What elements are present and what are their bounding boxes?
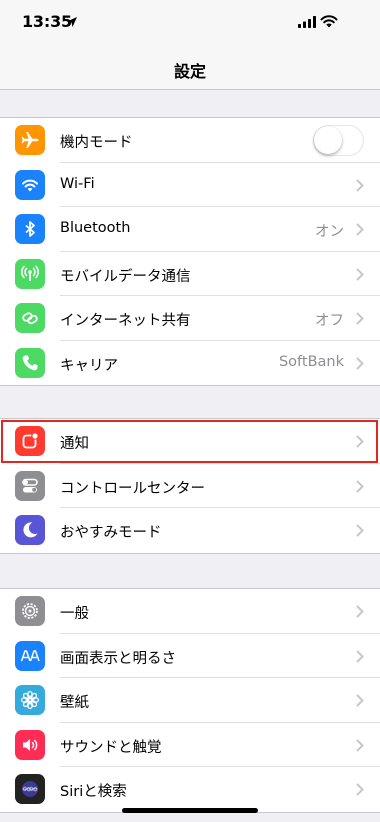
settings-row-label: サウンドと触覚 [60,739,162,756]
settings-row-label: モバイルデータ通信 [60,268,191,285]
airplane-mode-toggle[interactable] [313,125,364,156]
cellular-icon [15,258,45,289]
settings-row-airplane-mode: 機内モード [0,118,380,163]
chevron-right-icon [356,479,364,493]
navigation-bar: 設定 [0,44,380,90]
wifi-icon [15,169,45,200]
settings-row-label: Bluetooth [60,220,131,236]
chevron-right-icon [356,312,364,325]
settings-row-label: コントロールセンター [60,480,205,497]
settings-row-general[interactable]: 一般 [0,589,380,634]
location-arrow-icon [67,17,77,27]
settings-row-control-center[interactable]: コントロールセンター [0,464,380,508]
settings-row-label: キャリア [60,357,118,374]
settings-row-carrier[interactable]: キャリア SoftBank [0,341,380,386]
settings-row-label: おやすみモード [60,525,162,541]
status-bar: 13:35 [0,0,380,44]
chevron-right-icon [356,435,364,448]
settings-row-label: Siriと検索 [60,784,127,800]
chevron-right-icon [356,694,364,707]
speaker-icon [15,729,45,760]
gear-icon [15,596,45,626]
siri-icon [15,774,45,804]
settings-row-notifications[interactable]: 通知 [0,419,380,464]
control-center-icon [15,470,45,501]
chevron-right-icon [356,738,364,752]
chevron-right-icon [356,783,364,796]
settings-row-label: インターネット共有 [60,313,191,329]
notifications-icon [15,426,45,456]
settings-row-label: 画面表示と明るさ [60,650,176,667]
toggle-knob [314,126,342,154]
chevron-right-icon [356,178,364,192]
moon-icon [15,515,45,545]
settings-group-notifications: 通知 コントロールセンター おやすみモード [0,418,380,554]
settings-row-siri-search[interactable]: Siriと検索 [0,767,380,812]
settings-row-value: オン [315,224,344,240]
chevron-right-icon [356,223,364,236]
settings-row-value: SoftBank [278,353,344,370]
hotspot-icon [15,303,45,333]
settings-row-value: オフ [315,313,344,329]
settings-row-personal-hotspot[interactable]: インターネット共有 オフ [0,296,380,341]
settings-row-label: Wi-Fi [60,175,95,192]
display-brightness-icon [15,640,45,671]
settings-row-sounds-haptics[interactable]: サウンドと触覚 [0,723,380,767]
settings-row-bluetooth[interactable]: Bluetooth オン [0,207,380,252]
chevron-right-icon [356,267,364,281]
home-indicator[interactable] [122,808,258,813]
settings-row-do-not-disturb[interactable]: おやすみモード [0,508,380,553]
chevron-right-icon [356,649,364,663]
status-time: 13:35 [22,12,72,31]
chevron-right-icon [356,356,364,370]
settings-row-wifi[interactable]: Wi-Fi [0,163,380,207]
bluetooth-icon [15,214,45,244]
settings-row-label: 機内モード [60,135,133,151]
settings-group-general: 一般 画面表示と明るさ 壁紙 サウンドと触覚 Siriと検索 [0,588,380,813]
settings-group-connectivity: 機内モード Wi-Fi Bluetooth オン モバイルデータ通信 インターネ… [0,117,380,386]
settings-row-label: 壁紙 [60,695,89,711]
chevron-right-icon [356,605,364,618]
settings-row-wallpaper[interactable]: 壁紙 [0,678,380,723]
page-title: 設定 [173,62,206,81]
settings-row-label: 通知 [60,436,89,452]
phone-icon [15,347,45,378]
wifi-status-icon [320,15,338,28]
settings-row-display-brightness[interactable]: 画面表示と明るさ [0,634,380,678]
cellular-signal-icon [298,16,316,28]
settings-row-mobile-data[interactable]: モバイルデータ通信 [0,252,380,296]
wallpaper-icon [15,685,45,715]
settings-row-label: 一般 [60,606,89,622]
airplane-icon [15,125,45,155]
chevron-right-icon [356,524,364,537]
